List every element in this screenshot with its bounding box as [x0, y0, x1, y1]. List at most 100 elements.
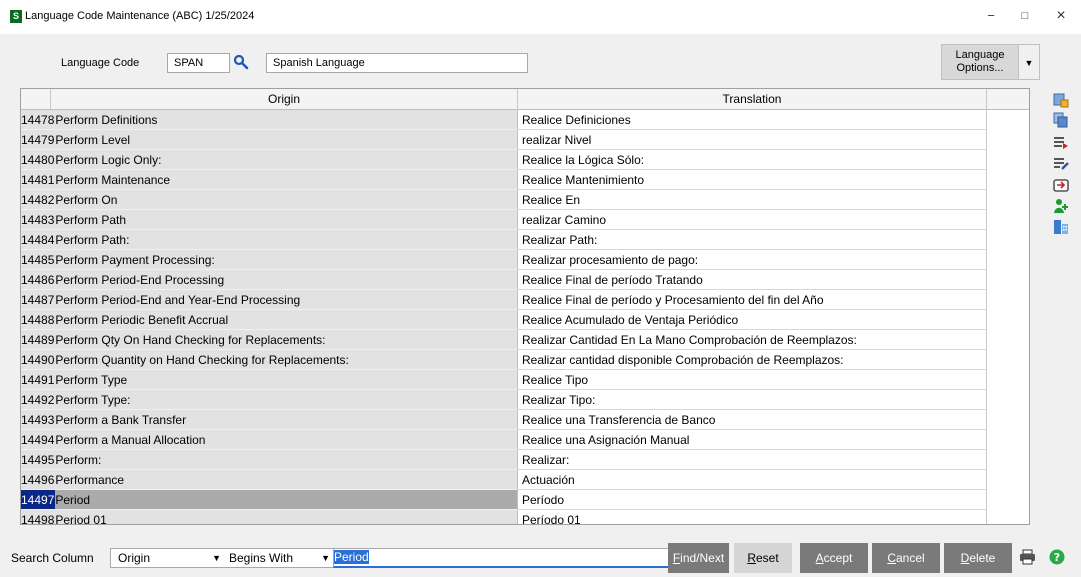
table-row[interactable]: 14495Perform: Realizar:: [21, 450, 1029, 470]
lookup-search-icon[interactable]: [233, 54, 249, 70]
origin-cell[interactable]: 14479Perform Level: [21, 130, 518, 150]
user-add-icon[interactable]: [1053, 198, 1069, 214]
translation-cell[interactable]: Actuación: [518, 470, 987, 490]
row-number: 14480: [21, 153, 55, 167]
table-row[interactable]: 14478Perform Definitions Realice Definici…: [21, 110, 1029, 130]
translation-cell[interactable]: Realice la Lógica Sólo:: [518, 150, 987, 170]
table-row[interactable]: 14484Perform Path: Realizar Path:: [21, 230, 1029, 250]
translation-cell[interactable]: Período: [518, 490, 987, 510]
translation-cell[interactable]: Realice En: [518, 190, 987, 210]
origin-cell[interactable]: 14490Perform Quantity on Hand Checking f…: [21, 350, 518, 370]
origin-cell[interactable]: 14492Perform Type:: [21, 390, 518, 410]
origin-text: Perform Qty On Hand Checking for Replace…: [55, 333, 326, 347]
language-options-button[interactable]: Language Options...: [941, 44, 1019, 80]
table-row[interactable]: 14489Perform Qty On Hand Checking for Re…: [21, 330, 1029, 350]
column-header-translation[interactable]: Translation: [518, 89, 987, 109]
cancel-button[interactable]: Cancel: [872, 543, 940, 573]
language-code-input[interactable]: SPAN: [167, 53, 230, 73]
translation-cell[interactable]: realizar Camino: [518, 210, 987, 230]
print-icon[interactable]: [1019, 549, 1036, 565]
grid-layout-icon[interactable]: [1053, 219, 1069, 235]
origin-cell[interactable]: 14485Perform Payment Processing:: [21, 250, 518, 270]
help-icon[interactable]: ?: [1049, 549, 1065, 565]
import-icon[interactable]: [1053, 177, 1069, 193]
reset-button[interactable]: Reset: [734, 543, 792, 573]
copy-icon[interactable]: [1053, 112, 1069, 128]
delete-button[interactable]: Delete: [944, 543, 1012, 573]
list-edit-icon[interactable]: [1053, 155, 1069, 171]
translation-cell[interactable]: Realice Final de período Tratando: [518, 270, 987, 290]
translation-cell[interactable]: Realizar Path:: [518, 230, 987, 250]
translation-grid[interactable]: Origin Translation 14478Perform Definiti…: [20, 88, 1030, 525]
accept-button[interactable]: Accept: [800, 543, 868, 573]
translation-cell[interactable]: Realice Mantenimiento: [518, 170, 987, 190]
search-text-input[interactable]: Period: [333, 548, 688, 568]
translation-cell[interactable]: Realice Final de período y Procesamiento…: [518, 290, 987, 310]
customize-icon[interactable]: [1053, 92, 1069, 108]
origin-cell[interactable]: 14497Period: [21, 490, 518, 510]
table-row[interactable]: 14491Perform Type Realice Tipo: [21, 370, 1029, 390]
origin-cell[interactable]: 14480Perform Logic Only:: [21, 150, 518, 170]
table-row[interactable]: 14490Perform Quantity on Hand Checking f…: [21, 350, 1029, 370]
table-row[interactable]: 14493Perform a Bank Transfer Realice una …: [21, 410, 1029, 430]
maximize-button[interactable]: □: [1011, 6, 1039, 26]
extra-cell: [987, 370, 1029, 390]
translation-cell[interactable]: Realice Definiciones: [518, 110, 987, 130]
table-row[interactable]: 14496Performance Actuación: [21, 470, 1029, 490]
search-mode-select[interactable]: Begins With ▼: [223, 548, 335, 568]
origin-cell[interactable]: 14488Perform Periodic Benefit Accrual: [21, 310, 518, 330]
translation-cell[interactable]: Realizar Cantidad En La Mano Comprobació…: [518, 330, 987, 350]
table-row[interactable]: 14497Period Período: [21, 490, 1029, 510]
language-options-dropdown[interactable]: ▼: [1019, 44, 1040, 80]
table-row[interactable]: 14482Perform On Realice En: [21, 190, 1029, 210]
table-row[interactable]: 14498Period 01 Período 01: [21, 510, 1029, 524]
origin-cell[interactable]: 14486Perform Period-End Processing: [21, 270, 518, 290]
table-row[interactable]: 14483Perform Path realizar Camino: [21, 210, 1029, 230]
translation-cell[interactable]: realizar Nivel: [518, 130, 987, 150]
row-number: 14487: [21, 293, 55, 307]
origin-cell[interactable]: 14494Perform a Manual Allocation: [21, 430, 518, 450]
origin-cell[interactable]: 14491Perform Type: [21, 370, 518, 390]
column-header-origin[interactable]: Origin: [51, 89, 518, 109]
translation-cell[interactable]: Realizar Tipo:: [518, 390, 987, 410]
translation-cell[interactable]: Realice Acumulado de Ventaja Periódico: [518, 310, 987, 330]
origin-cell[interactable]: 14484Perform Path:: [21, 230, 518, 250]
origin-cell[interactable]: 14496Performance: [21, 470, 518, 490]
origin-cell[interactable]: 14493Perform a Bank Transfer: [21, 410, 518, 430]
row-number: 14492: [21, 393, 55, 407]
origin-cell[interactable]: 14481Perform Maintenance: [21, 170, 518, 190]
table-row[interactable]: 14486Perform Period-End Processing Realic…: [21, 270, 1029, 290]
table-row[interactable]: 14492Perform Type: Realizar Tipo:: [21, 390, 1029, 410]
translation-cell[interactable]: Período 01: [518, 510, 987, 524]
table-row[interactable]: 14494Perform a Manual Allocation Realice …: [21, 430, 1029, 450]
table-row[interactable]: 14487Perform Period-End and Year-End Pro…: [21, 290, 1029, 310]
translation-cell[interactable]: Realizar:: [518, 450, 987, 470]
row-number: 14495: [21, 453, 55, 467]
translation-cell[interactable]: Realice una Asignación Manual: [518, 430, 987, 450]
translation-cell[interactable]: Realizar cantidad disponible Comprobació…: [518, 350, 987, 370]
find-next-button[interactable]: Find/Next: [668, 543, 729, 573]
origin-cell[interactable]: 14487Perform Period-End and Year-End Pro…: [21, 290, 518, 310]
close-button[interactable]: ×: [1047, 6, 1075, 26]
origin-cell[interactable]: 14482Perform On: [21, 190, 518, 210]
translation-cell[interactable]: Realice una Transferencia de Banco: [518, 410, 987, 430]
list-add-icon[interactable]: [1053, 134, 1069, 150]
translation-cell[interactable]: Realizar procesamiento de pago:: [518, 250, 987, 270]
search-column-select[interactable]: Origin ▼: [110, 548, 226, 568]
language-description-input[interactable]: Spanish Language: [266, 53, 528, 73]
origin-cell[interactable]: 14478Perform Definitions: [21, 110, 518, 130]
origin-cell[interactable]: 14483Perform Path: [21, 210, 518, 230]
translation-cell[interactable]: Realice Tipo: [518, 370, 987, 390]
table-row[interactable]: 14481Perform Maintenance Realice Mantenim…: [21, 170, 1029, 190]
origin-cell[interactable]: 14489Perform Qty On Hand Checking for Re…: [21, 330, 518, 350]
table-row[interactable]: 14480Perform Logic Only: Realice la Lógic…: [21, 150, 1029, 170]
extra-cell: [987, 130, 1029, 150]
table-row[interactable]: 14479Perform Level realizar Nivel: [21, 130, 1029, 150]
origin-text: Perform Payment Processing:: [55, 253, 215, 267]
origin-cell[interactable]: 14498Period 01: [21, 510, 518, 524]
origin-cell[interactable]: 14495Perform:: [21, 450, 518, 470]
table-row[interactable]: 14488Perform Periodic Benefit Accrual Rea…: [21, 310, 1029, 330]
origin-text: Perform Period-End Processing: [55, 273, 225, 287]
table-row[interactable]: 14485Perform Payment Processing: Realizar…: [21, 250, 1029, 270]
minimize-button[interactable]: −: [977, 6, 1005, 26]
